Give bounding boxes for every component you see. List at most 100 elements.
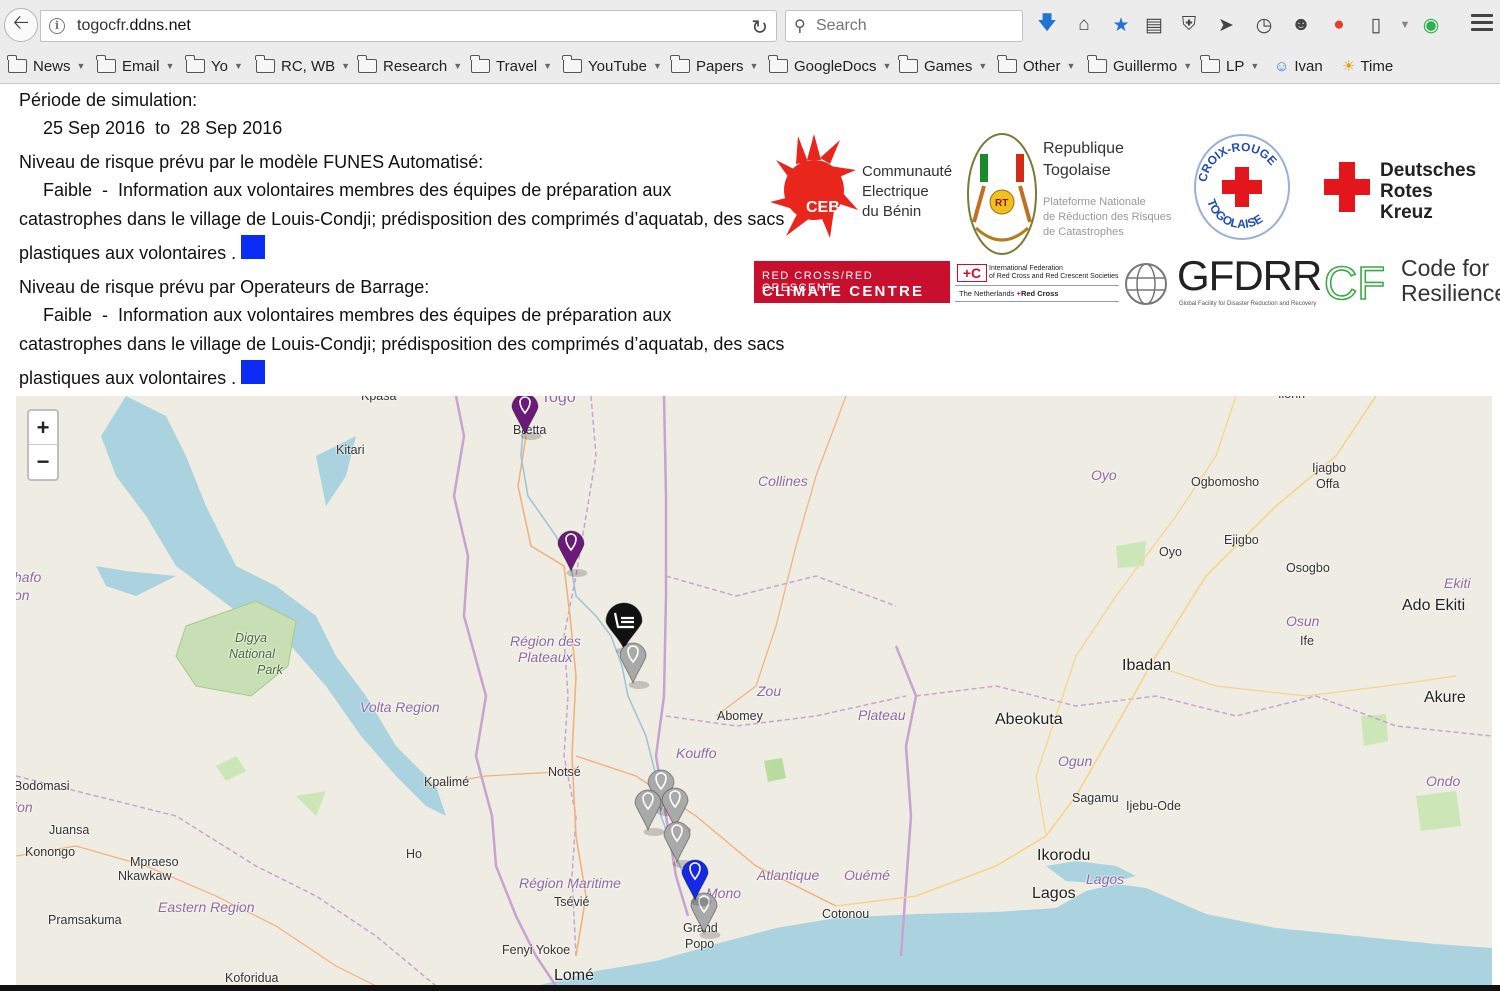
togo-subtitle-line: de Réduction des Risques: [1043, 211, 1172, 223]
map-zoom-control: + −: [27, 409, 59, 481]
map-place-label: Konongo: [25, 845, 76, 859]
send-icon[interactable]: ➤: [1213, 12, 1239, 38]
bookmark-folder-research[interactable]: Research ▼: [357, 55, 462, 76]
bookmark-label: LP: [1226, 57, 1245, 75]
sun-icon: ☀: [1342, 58, 1356, 75]
map-place-label: Ondo: [1426, 773, 1461, 789]
download-icon[interactable]: 🡇: [1034, 12, 1060, 38]
chevron-down-icon: ▼: [882, 61, 892, 71]
map-place-label: National: [229, 647, 275, 661]
funes-risk-line1: Faible - Information aux volontaires mem…: [43, 180, 672, 200]
funes-risk-text: Information aux volontaires membres des …: [118, 180, 672, 200]
folder-icon: [96, 55, 116, 73]
ifrc-emblem-icon: +C: [957, 264, 987, 282]
history-clock-icon[interactable]: ◷: [1251, 12, 1277, 38]
bookmark-link-time[interactable]: ☀ Time: [1342, 56, 1393, 76]
map-place-label: Kouffo: [676, 745, 717, 761]
ifrc-line2: of Red Cross and Red Crescent Societies: [989, 273, 1119, 280]
map-place-label: Ikorodu: [1037, 847, 1091, 864]
zoom-in-button[interactable]: +: [29, 411, 57, 445]
bookmark-link-ivan[interactable]: ☺ Ivan: [1274, 56, 1323, 76]
bookmark-label: Papers: [696, 57, 744, 75]
bookmark-folder-papers[interactable]: Papers ▼: [670, 55, 758, 76]
home-icon[interactable]: ⌂: [1071, 12, 1097, 38]
bookmark-folder-games[interactable]: Games ▼: [898, 55, 987, 76]
map-place-label: hafo: [16, 569, 42, 585]
folder-icon: [470, 55, 490, 73]
bookmark-folder-googledocs[interactable]: GoogleDocs ▼: [768, 55, 892, 76]
smiley-icon[interactable]: ☻: [1288, 12, 1314, 38]
reload-icon[interactable]: ↻: [751, 15, 768, 40]
color-extension-icon[interactable]: ●: [1326, 12, 1352, 38]
village-marker-icon[interactable]: [618, 641, 650, 689]
chevron-down-icon: ▼: [341, 61, 351, 71]
bookmark-star-icon[interactable]: ★: [1108, 12, 1134, 38]
extension-dropdown-icon[interactable]: ▼: [1392, 12, 1418, 38]
flood-risk-map[interactable]: Kpasa Togo Bætta Kitari Collines Oyo Ogbomosho…: [16, 396, 1492, 986]
village-marker-icon[interactable]: [633, 788, 665, 836]
map-place-label: Notsé: [548, 765, 581, 779]
bookmark-folder-lp[interactable]: LP ▼: [1200, 55, 1260, 76]
dam-risk-line1: Faible - Information aux volontaires mem…: [43, 305, 672, 325]
map-place-label: Ho: [406, 847, 422, 861]
drk-red-cross-icon: [1324, 162, 1370, 212]
bookmark-folder-yo[interactable]: Yo ▼: [185, 55, 243, 76]
hamburger-menu-icon[interactable]: [1471, 14, 1493, 35]
chevron-down-icon: ▼: [1250, 61, 1260, 71]
bookmark-label: Research: [383, 57, 448, 75]
bookmark-folder-youtube[interactable]: YouTube ▼: [562, 55, 662, 76]
zoom-out-button[interactable]: −: [29, 445, 57, 479]
ceb-name: Communauté Electrique du Bénin: [862, 162, 952, 222]
bookmark-folder-email[interactable]: Email ▼: [96, 55, 174, 76]
funes-risk-color-swatch: [241, 235, 265, 259]
selected-village-marker-icon[interactable]: [680, 858, 712, 906]
bookmarks-bar: News ▼ Email ▼ Yo ▼ RC, WB ▼ Research ▼ Trave…: [0, 50, 1500, 82]
back-button[interactable]: 🡠: [4, 8, 38, 42]
funes-risk-level: Faible: [43, 180, 93, 200]
battery-extension-icon[interactable]: ▯: [1363, 12, 1389, 38]
grammar-extension-icon[interactable]: ◉: [1418, 12, 1444, 38]
drk-name-line: Rotes: [1380, 181, 1433, 202]
bookmark-folder-travel[interactable]: Travel ▼: [470, 55, 552, 76]
bookmark-folder-guillermo[interactable]: Guillermo ▼: [1087, 55, 1192, 76]
map-place-label: Abomey: [717, 709, 763, 723]
map-place-label: Eastern Region: [158, 899, 255, 915]
dam-risk-line3: plastiques aux volontaires .: [19, 368, 237, 388]
pocket-icon[interactable]: ⛨: [1176, 12, 1202, 38]
simulation-period: 25 Sep 2016 to 28 Sep 2016: [43, 118, 282, 139]
map-place-label: Kpasa: [361, 396, 397, 403]
climate-centre-logo: RED CROSS/RED CRESCENT CLIMATE CENTRE: [754, 261, 950, 303]
url-bar[interactable]: i togocfr.ddns.net ↻: [40, 10, 777, 42]
map-place-label: Cotonou: [822, 907, 870, 921]
chevron-down-icon: ▼: [1066, 61, 1076, 71]
cfr-mark: CFR: [1324, 257, 1384, 305]
climate-centre-line2: CLIMATE CENTRE: [762, 283, 925, 300]
search-input[interactable]: [816, 17, 1016, 35]
gfdrr-subtitle: Global Facility for Disaster Reduction a…: [1179, 301, 1317, 307]
dam-risk-text: Information aux volontaires membres des …: [118, 305, 672, 325]
reader-list-icon[interactable]: ▤: [1141, 12, 1167, 38]
folder-icon: [255, 55, 275, 73]
croix-rouge-togolaise-logo: CROIX-ROUGE TOGOLAISE: [1194, 134, 1290, 240]
map-place-label: Juansa: [49, 823, 90, 837]
bookmark-folder-other[interactable]: Other ▼: [997, 55, 1076, 76]
ceb-name-line: Electrique: [862, 183, 929, 200]
map-tiles[interactable]: [16, 396, 1492, 986]
url-text[interactable]: togocfr.ddns.net: [77, 17, 191, 35]
search-bar[interactable]: ⚲: [785, 10, 1023, 42]
map-place-label: Ogun: [1058, 753, 1093, 769]
map-place-label: Ado Ekiti: [1402, 597, 1466, 614]
gauge-station-marker-icon[interactable]: [510, 396, 542, 440]
bookmark-label: Games: [924, 57, 973, 75]
map-place-label: Digya: [235, 631, 267, 645]
ceb-logo: CEB: [770, 134, 858, 238]
bookmark-folder-rc-wb[interactable]: RC, WB ▼: [255, 55, 351, 76]
person-icon: ☺: [1274, 57, 1290, 75]
bookmark-label: Email: [122, 57, 160, 75]
info-icon[interactable]: i: [49, 18, 65, 34]
folder-icon: [997, 55, 1017, 73]
bookmark-folder-news[interactable]: News ▼: [7, 55, 85, 76]
map-place-label: Région des: [510, 633, 581, 649]
bookmark-label: RC, WB: [281, 57, 336, 75]
gauge-station-marker-icon[interactable]: [556, 529, 588, 577]
